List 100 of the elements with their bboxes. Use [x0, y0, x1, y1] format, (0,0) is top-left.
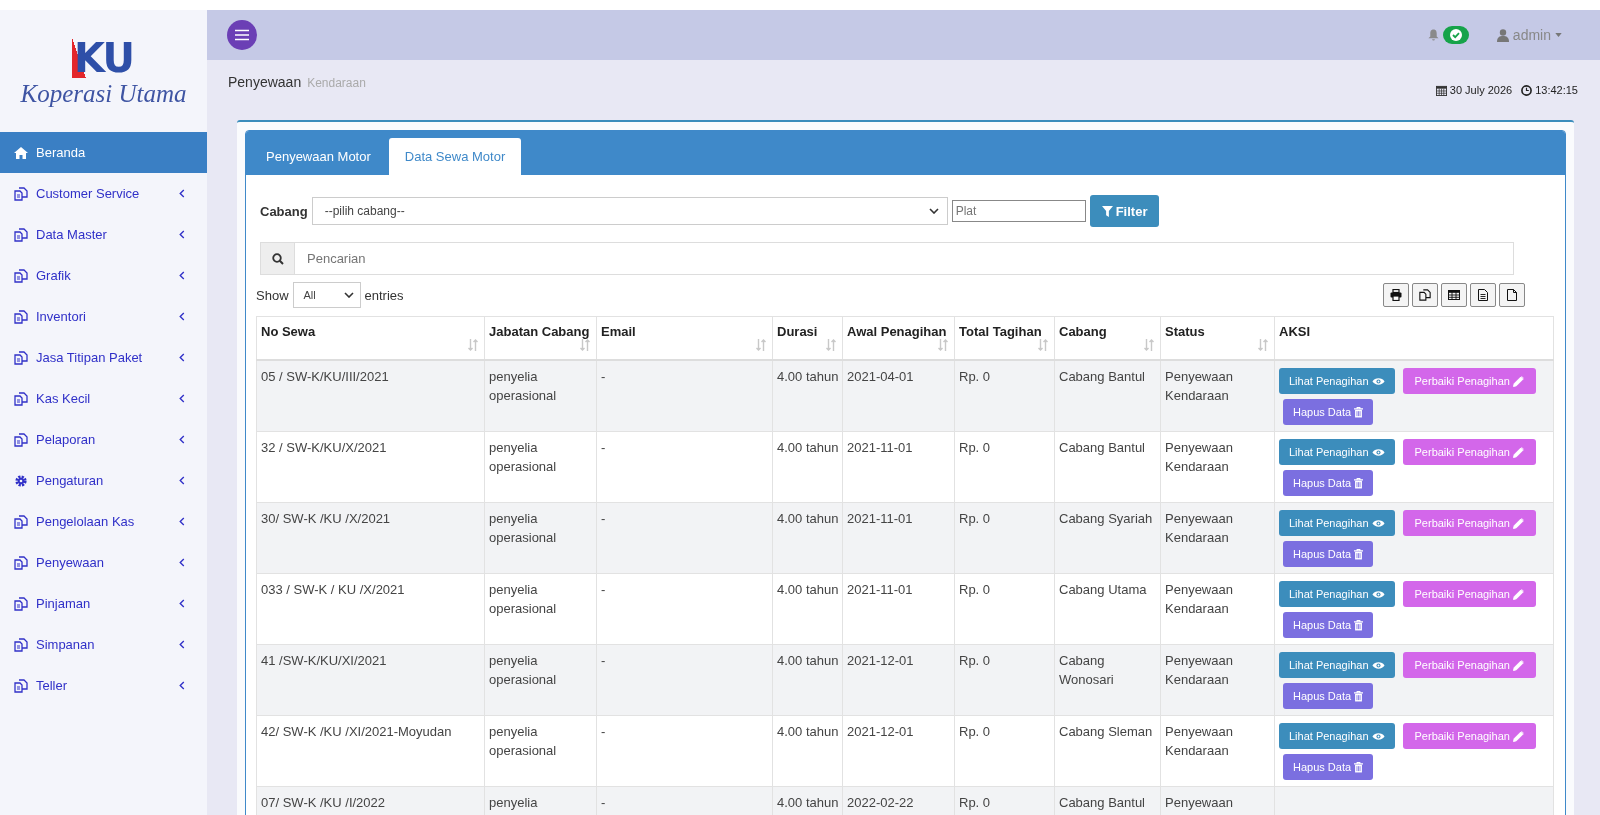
delete-button[interactable]: Hapus Data — [1283, 754, 1374, 780]
clock-icon — [1521, 84, 1533, 96]
table-cell: Rp. 0 — [954, 431, 1055, 503]
table-cell: - — [596, 431, 773, 503]
table-cell: 4.00 tahun — [772, 431, 843, 503]
sidebar-item[interactable]: Penyewaan — [0, 542, 207, 583]
table-cell: Penyewaan Kendaraan — [1160, 573, 1275, 645]
table-cell: - — [596, 502, 773, 574]
caret-icon — [1555, 33, 1562, 37]
sidebar-item[interactable]: Pengelolaan Kas — [0, 501, 207, 542]
delete-button[interactable]: Hapus Data — [1283, 683, 1374, 709]
table-cell: Cabang Bantul — [1054, 360, 1161, 432]
sidebar-item[interactable]: Pinjaman — [0, 583, 207, 624]
eye-icon — [1371, 376, 1385, 386]
filter-button[interactable]: Filter — [1089, 195, 1160, 227]
table-cell: 05 / SW-K/KU/III/2021 — [256, 360, 485, 432]
delete-button[interactable]: Hapus Data — [1283, 612, 1374, 638]
sidebar-item[interactable]: Beranda — [0, 132, 207, 173]
table-cell: 4.00 tahun — [772, 786, 843, 815]
chevron-down-icon — [928, 208, 939, 214]
table-cell: Penyewaan Kendaraan — [1160, 502, 1275, 574]
sidebar-item[interactable]: Teller — [0, 665, 207, 706]
view-button[interactable]: Lihat Penagihan — [1279, 368, 1395, 394]
export-button[interactable] — [1383, 283, 1409, 307]
print-icon — [1390, 289, 1402, 301]
delete-button[interactable]: Hapus Data — [1283, 399, 1374, 425]
copy-icon — [14, 514, 28, 529]
plate-field[interactable]: Plat — [951, 200, 1086, 222]
table-cell: 2021-11-01 — [842, 502, 955, 574]
copy-icon — [14, 637, 28, 652]
table-cell: Penyewaan Kendaraan — [1160, 715, 1275, 787]
view-button[interactable]: Lihat Penagihan — [1279, 439, 1395, 465]
view-button[interactable]: Lihat Penagihan — [1279, 652, 1395, 678]
trash-icon — [1354, 548, 1364, 560]
sidebar-item[interactable]: Pelaporan — [0, 419, 207, 460]
export-button[interactable] — [1499, 283, 1525, 307]
table-cell: 30/ SW-K /KU /X/2021 — [256, 502, 485, 574]
table-cell: Rp. 0 — [954, 644, 1055, 716]
export-button[interactable] — [1412, 283, 1438, 307]
copy-icon — [14, 555, 28, 570]
copy-icon — [14, 186, 28, 201]
copy-icon — [14, 309, 28, 324]
delete-button[interactable]: Hapus Data — [1283, 541, 1374, 567]
page-size-select[interactable]: All — [292, 282, 361, 308]
copy-icon — [14, 350, 28, 365]
table-cell: Cabang Wonosari — [1054, 644, 1161, 716]
menu-button[interactable] — [227, 20, 257, 50]
length-label: entries — [364, 287, 404, 303]
table-cell: Rp. 0 — [954, 502, 1055, 574]
table-cell: penyelia operasional — [484, 573, 597, 645]
user-icon — [1496, 28, 1509, 42]
table-cell: 42/ SW-K /KU /XI/2021-Moyudan — [256, 715, 485, 787]
copy-icon — [14, 391, 28, 406]
table-cell: Rp. 0 — [954, 715, 1055, 787]
view-button[interactable]: Lihat Penagihan — [1279, 581, 1395, 607]
table-cell: Cabang Utama — [1054, 573, 1161, 645]
table-icon — [1448, 290, 1460, 300]
table-cell: penyelia — [484, 786, 597, 815]
export-button[interactable] — [1441, 283, 1467, 307]
check-badge-icon[interactable] — [1442, 26, 1469, 44]
sidebar-item[interactable]: Kas Kecil — [0, 378, 207, 419]
search-icon — [271, 252, 284, 265]
table-cell: Rp. 0 — [954, 360, 1055, 432]
view-button[interactable]: Lihat Penagihan — [1279, 723, 1395, 749]
filter-icon — [1101, 205, 1113, 217]
branch-select[interactable]: --pilih cabang-- — [311, 197, 948, 225]
sidebar-item[interactable]: Data Master — [0, 214, 207, 255]
search-field[interactable]: Pencarian — [295, 242, 1514, 275]
view-button[interactable]: Lihat Penagihan — [1279, 510, 1395, 536]
tab[interactable]: Penyewaan Motor — [250, 138, 387, 175]
table-cell: Penyewaan Kendaraan — [1160, 360, 1275, 432]
sidebar-item[interactable]: Pengaturan — [0, 460, 207, 501]
copy-icon — [1419, 289, 1431, 301]
pencil-icon — [1512, 659, 1524, 671]
page-title: Penyewaan — [228, 74, 302, 90]
logo-name: Koperasi Utama — [20, 80, 187, 108]
sidebar-item[interactable]: Jasa Titipan Paket — [0, 337, 207, 378]
delete-button[interactable]: Hapus Data — [1283, 470, 1374, 496]
sidebar-item[interactable]: Simpanan — [0, 624, 207, 665]
table-cell: Cabang Bantul — [1054, 431, 1161, 503]
table-cell: - — [596, 786, 773, 815]
sidebar-item[interactable]: Inventori — [0, 296, 207, 337]
page-subtitle: Kendaraan — [307, 76, 366, 90]
copy-icon — [14, 227, 28, 242]
document-icon — [1478, 289, 1488, 301]
table-cell: 2021-11-01 — [842, 431, 955, 503]
table-cell: penyelia operasional — [484, 502, 597, 574]
calendar-icon — [1435, 84, 1447, 96]
file-icon — [1507, 289, 1517, 301]
menu-icon — [234, 29, 250, 41]
tab[interactable]: Data Sewa Motor — [388, 138, 522, 175]
filter-label: Cabang — [260, 203, 308, 219]
copy-icon — [14, 268, 28, 283]
sidebar-item[interactable]: Grafik — [0, 255, 207, 296]
table-cell: penyelia operasional — [484, 431, 597, 503]
table-cell: Cabang Syariah — [1054, 502, 1161, 574]
export-button[interactable] — [1470, 283, 1496, 307]
eye-icon — [1371, 589, 1385, 599]
sidebar-item[interactable]: Customer Service — [0, 173, 207, 214]
copy-icon — [14, 596, 28, 611]
